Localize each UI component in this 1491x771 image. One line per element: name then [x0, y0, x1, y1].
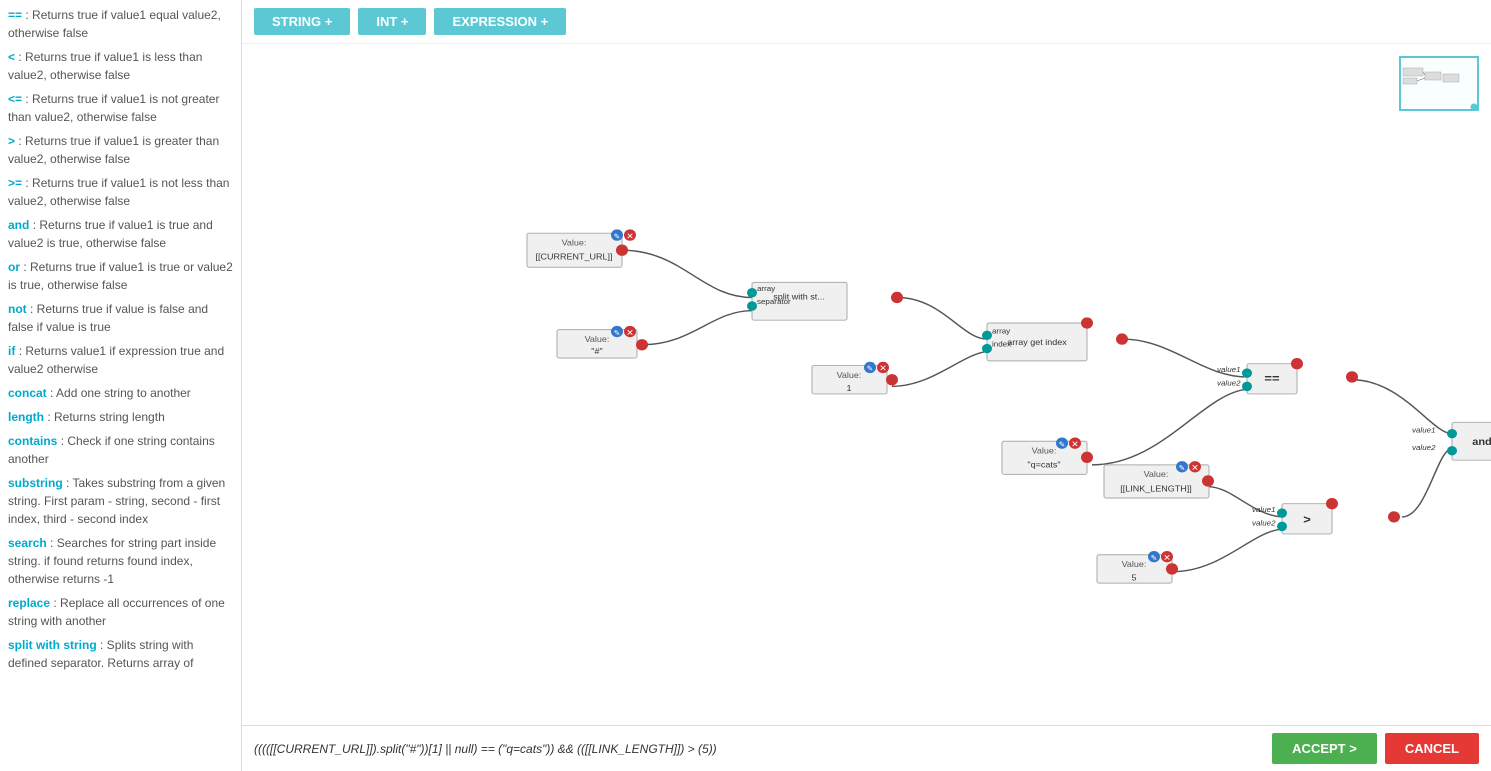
svg-text:Value:: Value: — [1122, 559, 1147, 569]
bottom-bar: (((([[CURRENT_URL]]).split("#"))[1] || n… — [242, 725, 1491, 771]
sidebar-kw-and: and — [8, 218, 29, 232]
svg-text:5: 5 — [1131, 573, 1136, 583]
sidebar-desc-lt: : Returns true if value1 is less than va… — [8, 50, 202, 82]
sidebar-desc-if: : Returns value1 if expression true and … — [8, 344, 224, 376]
sidebar-desc-gte: : Returns true if value1 is not less tha… — [8, 176, 229, 208]
svg-text:✕: ✕ — [626, 231, 634, 241]
svg-text:✎: ✎ — [1151, 554, 1158, 563]
sidebar-item-contains[interactable]: contains : Check if one string contains … — [8, 432, 233, 468]
sidebar-item-not[interactable]: not : Returns true if value is false and… — [8, 300, 233, 336]
sidebar-item-if[interactable]: if : Returns value1 if expression true a… — [8, 342, 233, 378]
sidebar-item-substring[interactable]: substring : Takes substring from a given… — [8, 474, 233, 528]
sidebar-item-concat[interactable]: concat : Add one string to another — [8, 384, 233, 402]
svg-text:✎: ✎ — [614, 232, 621, 241]
svg-text:✎: ✎ — [867, 364, 874, 373]
sidebar-desc-eq: : Returns true if value1 equal value2, o… — [8, 8, 221, 40]
sidebar-desc-and: : Returns true if value1 is true and val… — [8, 218, 213, 250]
sidebar-desc-length: : Returns string length — [47, 410, 164, 424]
svg-text:✎: ✎ — [1059, 440, 1066, 449]
svg-text:value2: value2 — [1252, 519, 1276, 528]
svg-text:"#": "#" — [591, 346, 602, 356]
sidebar-kw-if: if — [8, 344, 15, 358]
sidebar-kw-eq: == — [8, 8, 22, 22]
sidebar-item-gt[interactable]: > : Returns true if value1 is greater th… — [8, 132, 233, 168]
svg-text:✕: ✕ — [626, 328, 634, 338]
sidebar-kw-gt: > — [8, 134, 15, 148]
sidebar: == : Returns true if value1 equal value2… — [0, 0, 242, 771]
svg-text:✕: ✕ — [1163, 553, 1171, 563]
sidebar-desc-concat: : Add one string to another — [50, 386, 191, 400]
svg-text:✎: ✎ — [614, 329, 621, 338]
sidebar-item-gte[interactable]: >= : Returns true if value1 is not less … — [8, 174, 233, 210]
sidebar-kw-not: not — [8, 302, 27, 316]
svg-text:"q=cats": "q=cats" — [1027, 460, 1060, 470]
svg-text:index: index — [992, 340, 1011, 349]
svg-text:Value:: Value: — [837, 370, 862, 380]
sidebar-item-length[interactable]: length : Returns string length — [8, 408, 233, 426]
svg-text:Value:: Value: — [585, 334, 610, 344]
sidebar-kw-contains: contains — [8, 434, 57, 448]
sidebar-desc-or: : Returns true if value1 is true or valu… — [8, 260, 233, 292]
svg-text:Value:: Value: — [1032, 446, 1057, 456]
sidebar-item-lt[interactable]: < : Returns true if value1 is less than … — [8, 48, 233, 84]
svg-text:value2: value2 — [1217, 379, 1241, 388]
svg-text:[[CURRENT_URL]]: [[CURRENT_URL]] — [536, 252, 613, 262]
svg-text:✎: ✎ — [1179, 464, 1186, 473]
svg-text:Value:: Value: — [1144, 469, 1169, 479]
sidebar-desc-lte: : Returns true if value1 is not greater … — [8, 92, 219, 124]
expression-display: (((([[CURRENT_URL]]).split("#"))[1] || n… — [254, 742, 717, 756]
flow-canvas: Value: [[CURRENT_URL]] ✎ ✕ Value: "#" ✎ … — [242, 44, 1491, 725]
canvas-area: Value: [[CURRENT_URL]] ✎ ✕ Value: "#" ✎ … — [242, 44, 1491, 725]
bottom-buttons: ACCEPT > CANCEL — [1272, 733, 1479, 764]
sidebar-item-eq[interactable]: == : Returns true if value1 equal value2… — [8, 6, 233, 42]
cancel-button[interactable]: CANCEL — [1385, 733, 1479, 764]
svg-text:array get index: array get index — [1007, 337, 1067, 347]
sidebar-item-search[interactable]: search : Searches for string part inside… — [8, 534, 233, 588]
svg-text:Value:: Value: — [562, 238, 587, 248]
sidebar-kw-substring: substring — [8, 476, 63, 490]
svg-text:separator: separator — [757, 297, 791, 306]
svg-text:array: array — [757, 284, 775, 293]
svg-text:and: and — [1472, 436, 1491, 448]
sidebar-kw-replace: replace — [8, 596, 50, 610]
sidebar-kw-gte: >= — [8, 176, 22, 190]
svg-text:✕: ✕ — [1071, 439, 1079, 449]
string-add-button[interactable]: STRING + — [254, 8, 350, 35]
svg-text:==: == — [1264, 372, 1279, 386]
svg-text:1: 1 — [846, 383, 851, 393]
sidebar-kw-lte: <= — [8, 92, 22, 106]
svg-text:>: > — [1303, 513, 1311, 527]
sidebar-kw-split: split with string — [8, 638, 97, 652]
svg-text:value1: value1 — [1412, 426, 1436, 435]
sidebar-item-split[interactable]: split with string : Splits string with d… — [8, 636, 233, 672]
svg-text:value1: value1 — [1252, 505, 1276, 514]
sidebar-item-and[interactable]: and : Returns true if value1 is true and… — [8, 216, 233, 252]
sidebar-item-replace[interactable]: replace : Replace all occurrences of one… — [8, 594, 233, 630]
main-area: == : Returns true if value1 equal value2… — [0, 0, 1491, 771]
svg-text:✕: ✕ — [1191, 463, 1199, 473]
int-add-button[interactable]: INT + — [358, 8, 426, 35]
svg-text:✕: ✕ — [879, 363, 887, 373]
svg-text:array: array — [992, 327, 1010, 336]
sidebar-kw-or: or — [8, 260, 20, 274]
svg-text:value2: value2 — [1412, 443, 1436, 452]
svg-text:value1: value1 — [1217, 365, 1241, 374]
sidebar-desc-not: : Returns true if value is false and fal… — [8, 302, 208, 334]
accept-button[interactable]: ACCEPT > — [1272, 733, 1377, 764]
expression-add-button[interactable]: EXPRESSION + — [434, 8, 566, 35]
svg-text:[[LINK_LENGTH]]: [[LINK_LENGTH]] — [1120, 484, 1191, 494]
sidebar-desc-gt: : Returns true if value1 is greater than… — [8, 134, 219, 166]
sidebar-kw-lt: < — [8, 50, 15, 64]
sidebar-kw-concat: concat — [8, 386, 47, 400]
sidebar-item-lte[interactable]: <= : Returns true if value1 is not great… — [8, 90, 233, 126]
sidebar-item-or[interactable]: or : Returns true if value1 is true or v… — [8, 258, 233, 294]
top-toolbar: STRING + INT + EXPRESSION + — [242, 0, 1491, 44]
sidebar-kw-search: search — [8, 536, 47, 550]
sidebar-kw-length: length — [8, 410, 44, 424]
